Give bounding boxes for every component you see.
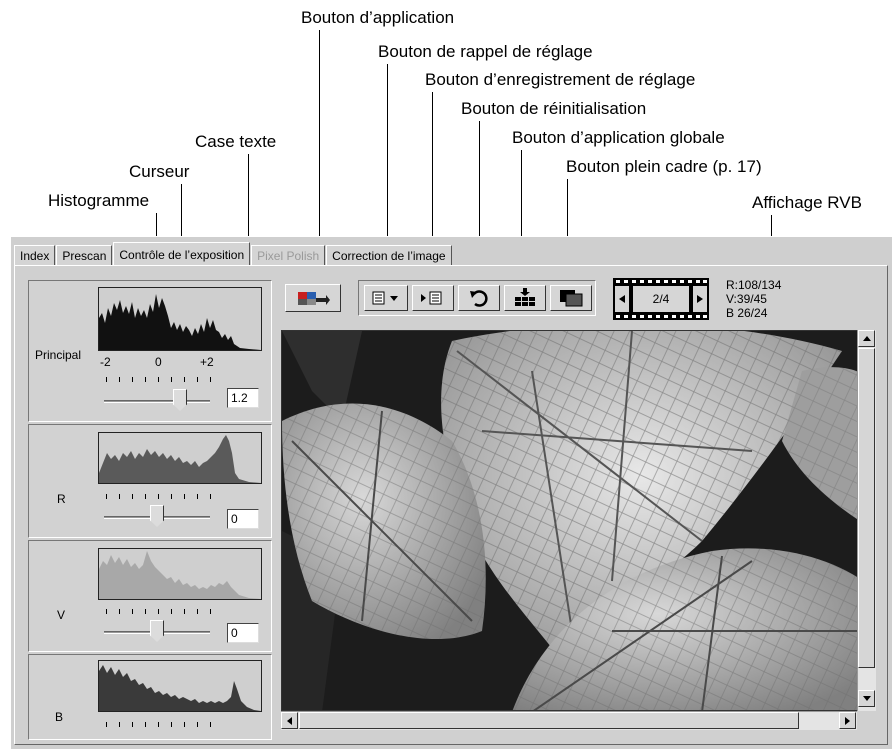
callout-save-button: Bouton d’enregistrement de réglage bbox=[425, 70, 696, 89]
save-settings-button[interactable] bbox=[412, 285, 454, 311]
exposure-textbox-v[interactable]: 0 bbox=[227, 623, 259, 643]
slider-ticks-r bbox=[106, 494, 211, 500]
histogram-r-curve bbox=[99, 435, 261, 483]
global-apply-button[interactable] bbox=[504, 285, 546, 311]
arrow-right-icon bbox=[845, 716, 850, 725]
tab-index[interactable]: Index bbox=[14, 245, 56, 266]
exposure-textbox-r[interactable]: 0 bbox=[227, 509, 259, 529]
channel-label-v: V bbox=[57, 608, 66, 622]
slider-ticks-b bbox=[106, 722, 211, 728]
callout-cursor: Curseur bbox=[129, 162, 190, 181]
scroll-up-button[interactable] bbox=[858, 330, 875, 347]
slider-ticks-v bbox=[106, 609, 211, 615]
tab-image-correction[interactable]: Correction de l’image bbox=[326, 245, 452, 266]
histogram-v bbox=[98, 548, 262, 600]
horizontal-scroll-thumb[interactable] bbox=[299, 712, 799, 729]
callout-recall-button: Bouton de rappel de réglage bbox=[378, 42, 593, 61]
reset-icon bbox=[470, 290, 488, 307]
callout-global-button: Bouton d’application globale bbox=[512, 128, 725, 147]
save-settings-icon bbox=[421, 291, 442, 305]
frame-counter: 2/4 bbox=[652, 292, 670, 306]
preview-image[interactable] bbox=[281, 330, 875, 711]
recall-settings-icon bbox=[372, 291, 398, 305]
histogram-main-curve bbox=[99, 294, 261, 350]
rgb-readout-r: R:108/134 bbox=[726, 278, 782, 292]
callout-rgb-display: Affichage RVB bbox=[752, 193, 862, 212]
histogram-r bbox=[98, 432, 262, 484]
rgb-readout-b: B 26/24 bbox=[726, 306, 768, 320]
histogram-v-curve bbox=[99, 551, 261, 599]
tab-bar: Index Prescan Contrôle de l’exposition P… bbox=[14, 242, 453, 266]
exposure-textbox-main[interactable]: 1.2 bbox=[227, 388, 259, 408]
axis-label-minus2: -2 bbox=[100, 355, 111, 369]
slider-track-main[interactable] bbox=[104, 400, 210, 403]
preview-vertical-scrollbar[interactable] bbox=[857, 330, 876, 711]
histogram-b bbox=[98, 660, 262, 712]
prev-frame-button[interactable] bbox=[615, 286, 629, 312]
channel-label-main: Principal bbox=[35, 348, 82, 362]
rgb-display: R:108/134 V:39/45 B 26/24 bbox=[726, 278, 781, 320]
full-frame-icon bbox=[560, 290, 583, 307]
tab-exposure-control[interactable]: Contrôle de l’exposition bbox=[113, 242, 251, 266]
apply-button[interactable] bbox=[285, 284, 341, 312]
axis-label-0: 0 bbox=[155, 355, 162, 369]
frame-navigator: 2/4 bbox=[613, 278, 709, 320]
vertical-scroll-thumb[interactable] bbox=[858, 348, 875, 668]
arrow-down-icon bbox=[862, 696, 871, 701]
histogram-b-curve bbox=[99, 665, 261, 711]
arrow-left-icon bbox=[619, 295, 625, 303]
slider-ticks-main bbox=[106, 377, 211, 383]
global-apply-icon bbox=[515, 288, 535, 306]
scroll-right-button[interactable] bbox=[839, 712, 856, 729]
recall-settings-button[interactable] bbox=[364, 285, 408, 311]
callout-histogram: Histogramme bbox=[48, 191, 150, 210]
arrow-right-icon bbox=[697, 295, 703, 303]
callout-textbox: Case texte bbox=[195, 132, 277, 151]
preview-horizontal-scrollbar[interactable] bbox=[281, 711, 857, 730]
next-frame-button[interactable] bbox=[693, 286, 707, 312]
histogram-main bbox=[98, 287, 262, 351]
axis-label-plus2: +2 bbox=[200, 355, 214, 369]
callout-reset-button: Bouton de réinitialisation bbox=[461, 99, 647, 118]
scroll-down-button[interactable] bbox=[858, 690, 875, 707]
channel-label-b: B bbox=[55, 710, 64, 724]
channel-label-r: R bbox=[57, 492, 66, 506]
callout-fullframe-button: Bouton plein cadre (p. 17) bbox=[566, 157, 762, 176]
rgb-readout-v: V:39/45 bbox=[726, 292, 767, 306]
tab-prescan[interactable]: Prescan bbox=[56, 245, 113, 266]
full-frame-button[interactable] bbox=[550, 285, 592, 311]
arrow-up-icon bbox=[862, 336, 871, 341]
callout-apply-button: Bouton d’application bbox=[301, 8, 455, 27]
arrow-left-icon bbox=[287, 716, 292, 725]
reset-button[interactable] bbox=[458, 285, 500, 311]
tab-pixel-polish[interactable]: Pixel Polish bbox=[251, 245, 326, 266]
apply-icon bbox=[298, 292, 330, 305]
scroll-left-button[interactable] bbox=[281, 712, 298, 729]
